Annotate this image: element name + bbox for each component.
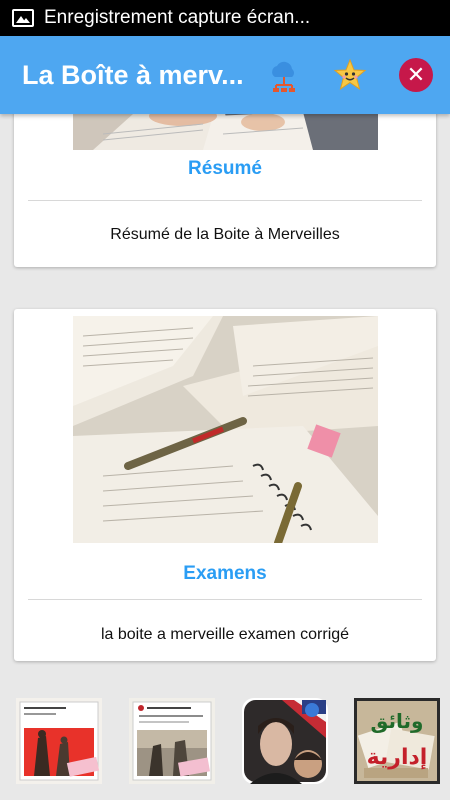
- cloud-icon: [272, 61, 295, 92]
- card-examens-image: [73, 316, 378, 543]
- card-resume-description: Résumé de la Boite à Merveilles: [110, 226, 340, 243]
- promo-app-book-red[interactable]: [16, 698, 102, 784]
- promo-app-portrait[interactable]: [242, 698, 328, 784]
- promo-app-arabic-documents[interactable]: وثائق إدارية: [354, 698, 440, 784]
- arabic-documents-icon: وثائق إدارية: [354, 698, 440, 784]
- arabic-title-top: وثائق: [371, 709, 424, 733]
- exam-photo: [73, 316, 378, 543]
- card-examens-description: la boite a merveille examen corrigé: [100, 626, 350, 643]
- star-icon: [333, 58, 367, 91]
- status-text: Enregistrement capture écran...: [44, 7, 311, 28]
- card-examens[interactable]: Examens la boite a merveille examen corr…: [14, 309, 436, 661]
- card-resume[interactable]: Résumé Résumé de la Boite à Merveilles: [14, 114, 436, 267]
- status-bar: Enregistrement capture écran...: [0, 0, 450, 36]
- promo-app-victor-hugo[interactable]: [129, 698, 215, 784]
- image-icon: [12, 9, 34, 27]
- content-list[interactable]: Résumé Résumé de la Boite à Merveilles E…: [0, 114, 450, 800]
- close-button[interactable]: ✕: [396, 55, 436, 95]
- card-examens-divider: [28, 599, 422, 600]
- arabic-title-bottom: إدارية: [367, 745, 428, 770]
- rate-star-button[interactable]: [330, 55, 370, 95]
- card-resume-divider: [28, 200, 422, 201]
- card-resume-heading: Résumé: [188, 158, 262, 179]
- app-bar: La Boîte à merv... ✕: [0, 36, 450, 114]
- app-bar-actions: ✕: [238, 36, 436, 114]
- book-cover-victor-hugo-icon: [129, 698, 215, 784]
- card-resume-image: [73, 114, 378, 150]
- card-examens-heading: Examens: [183, 563, 267, 584]
- close-icon: ✕: [399, 58, 433, 92]
- portrait-app-icon: [242, 698, 328, 784]
- cloud-share-button[interactable]: [264, 55, 304, 95]
- promo-apps-row: وثائق إدارية: [0, 698, 450, 800]
- book-cover-red-icon: [16, 698, 102, 784]
- reading-photo: [73, 114, 378, 150]
- app-title: La Boîte à merv...: [22, 59, 242, 90]
